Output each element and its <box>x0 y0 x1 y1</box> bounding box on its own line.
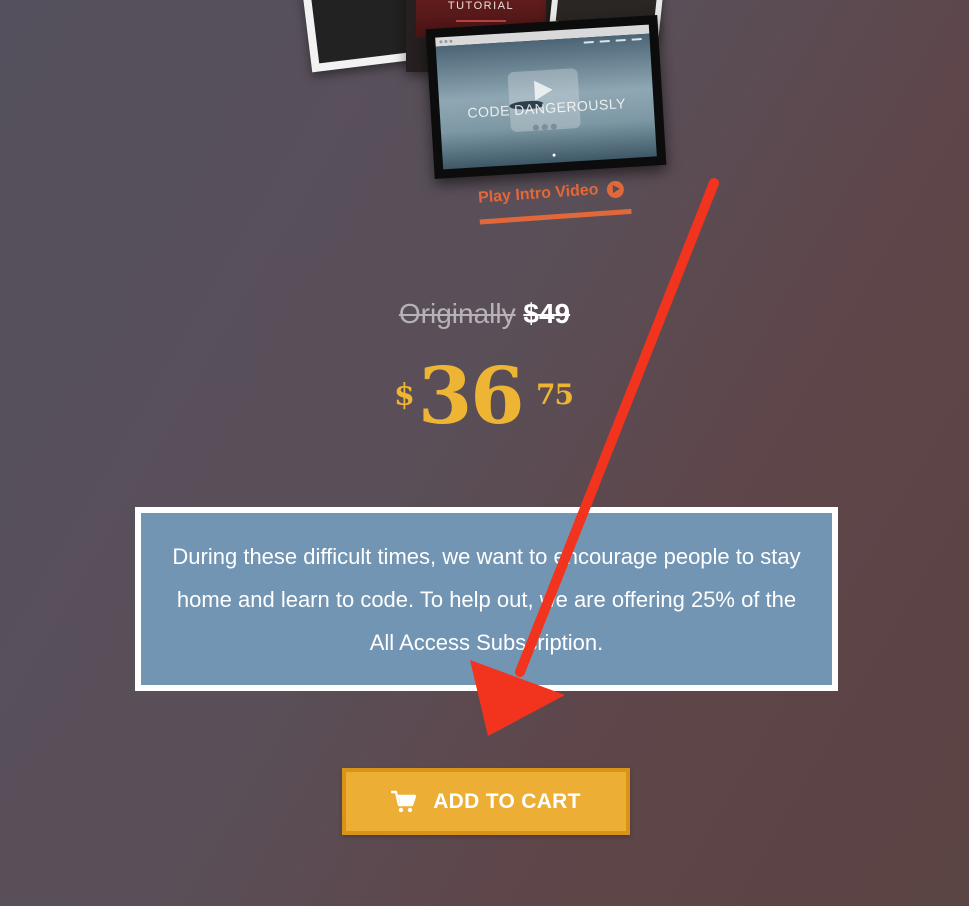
link-underline <box>479 208 632 225</box>
cover-decoration <box>456 20 506 22</box>
browser-dot-icon <box>439 40 443 44</box>
play-circle-icon <box>606 179 625 199</box>
course-cover-left <box>300 0 422 73</box>
video-nav <box>583 38 642 44</box>
price-currency: $ <box>394 378 415 413</box>
sale-price: $ 36 75 <box>392 358 592 446</box>
video-screen: CODE DANGEROUSLY <box>435 33 657 170</box>
play-intro-video-label: Play Intro Video <box>477 181 600 207</box>
promo-message-text: During these difficult times, we want to… <box>172 543 801 655</box>
shopping-cart-icon <box>391 790 417 812</box>
price-cents: 75 <box>536 378 574 411</box>
promo-message-box: During these difficult times, we want to… <box>135 507 838 691</box>
add-to-cart-button[interactable]: ADD TO CART <box>342 768 630 835</box>
add-to-cart-label: ADD TO CART <box>433 789 581 813</box>
price-dollars: 36 <box>418 351 525 442</box>
play-icon <box>533 79 554 101</box>
original-price-value: $49 <box>523 298 571 329</box>
play-intro-video-link[interactable]: Play Intro Video <box>477 178 639 225</box>
browser-dot-icon <box>444 39 448 44</box>
original-price: Originally $49 <box>0 298 969 330</box>
video-controls <box>532 123 557 131</box>
cover-tutorial-title: TUTORIAL <box>447 0 515 12</box>
pager-dot-icon <box>552 153 556 157</box>
intro-video-thumbnail[interactable]: CODE DANGEROUSLY <box>425 15 667 179</box>
browser-dot-icon <box>449 39 453 43</box>
original-price-label: Originally <box>398 298 516 329</box>
